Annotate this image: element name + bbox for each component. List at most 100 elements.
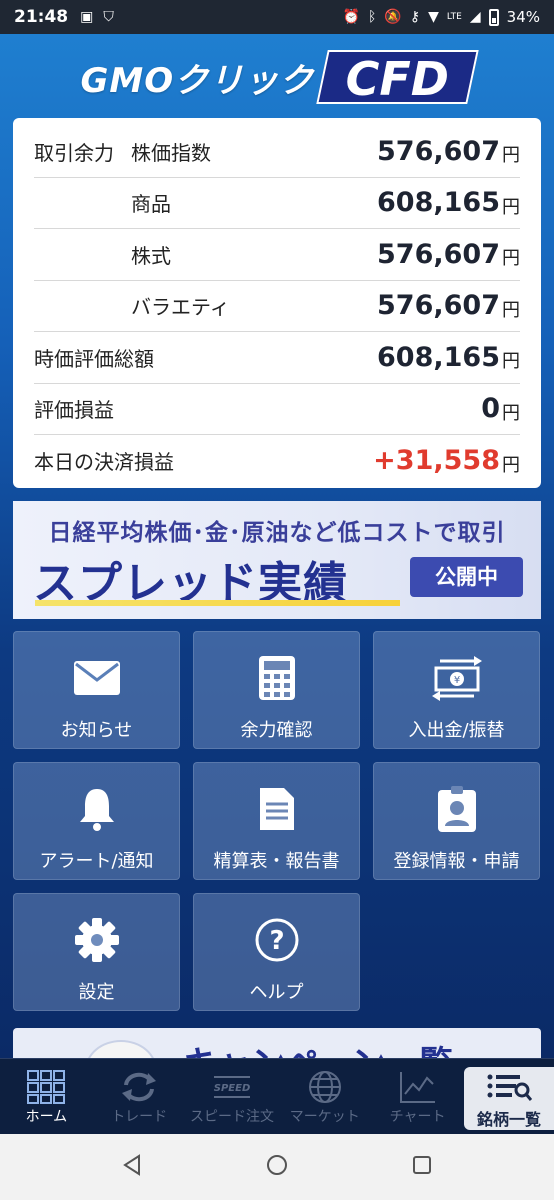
balance-row-value: 608,165	[377, 187, 500, 219]
logo-product: CFD	[316, 50, 480, 106]
banner-underline	[35, 600, 400, 606]
balance-row-label: 株価指数	[131, 140, 211, 165]
yen-unit: 円	[502, 145, 520, 167]
nav-label: トレード	[111, 1108, 168, 1125]
nav-trade[interactable]: トレード	[93, 1059, 186, 1134]
gear-icon	[70, 916, 124, 964]
nav-home[interactable]: ホーム	[0, 1059, 93, 1134]
nav-label: ホーム	[25, 1108, 68, 1125]
trade-arrows-icon	[120, 1068, 158, 1106]
menu-tile-label: アラート/通知	[39, 851, 154, 872]
nav-label: マーケット	[289, 1108, 360, 1125]
balance-row-value: +31,558	[373, 445, 500, 477]
menu-tile-alerts[interactable]: アラート/通知	[13, 762, 180, 880]
signal-icon: ◢	[469, 9, 481, 25]
spread-banner[interactable]: 日経平均株価･金･原油など低コストで取引 スプレッド実績 公開中	[13, 501, 541, 619]
balance-row-index: 取引余力 株価指数 576,607 円	[34, 126, 520, 178]
menu-tile-help[interactable]: ? ヘルプ	[193, 893, 360, 1011]
balance-card: 取引余力 株価指数 576,607 円 商品 608,165 円 株式 576,…	[13, 118, 541, 488]
banner-top-text: 日経平均株価･金･原油など低コストで取引	[48, 520, 506, 546]
status-time: 21:48	[14, 7, 69, 27]
menu-tile-label: ヘルプ	[249, 982, 304, 1003]
home-circle-icon[interactable]	[265, 1153, 289, 1181]
speed-icon-text: SPEED	[214, 1083, 251, 1094]
system-nav-bar	[0, 1134, 554, 1200]
balance-row-commodity: 商品 608,165 円	[34, 178, 520, 229]
key-icon: ⚷	[409, 9, 421, 25]
money-transfer-icon: ¥	[430, 654, 484, 702]
home-grid-icon	[27, 1068, 66, 1106]
balance-row-stock: 株式 576,607 円	[34, 229, 520, 281]
wifi-icon: ▼	[428, 9, 439, 25]
balance-row-label: 時価評価総額	[34, 346, 154, 371]
id-badge-icon	[430, 785, 484, 833]
recents-icon[interactable]	[411, 1154, 433, 1180]
nav-label: チャート	[389, 1108, 446, 1125]
balance-row-label: バラエティ	[131, 295, 230, 320]
balance-row-market-value: 時価評価総額 608,165 円	[34, 332, 520, 384]
balance-row-label: 商品	[131, 192, 171, 217]
yen-unit: 円	[502, 248, 520, 270]
status-right: ⏰ ᛒ 🔕 ⚷ ▼ LTE ◢ 34%	[343, 8, 540, 26]
yen-unit: 円	[502, 454, 520, 476]
help-icon: ?	[250, 916, 304, 964]
menu-tile-label: 精算表・報告書	[213, 851, 340, 872]
lte-icon: LTE	[446, 12, 462, 22]
notification-icons: ▣ ⛉	[80, 9, 114, 25]
balance-row-value: 576,607	[377, 135, 500, 167]
bottom-nav: ホーム トレード SPEED スピード注文 マーケット チャート 銘柄一覧	[0, 1058, 554, 1134]
banner-badge: 公開中	[410, 557, 523, 597]
nav-label: スピード注文	[189, 1108, 274, 1125]
nav-speed-order[interactable]: SPEED スピード注文	[186, 1059, 279, 1134]
gallery-icon: ▣	[80, 9, 94, 25]
balance-row-value: 0	[481, 393, 500, 425]
menu-tile-label: 登録情報・申請	[393, 851, 520, 872]
battery-icon	[488, 8, 499, 26]
svg-text:?: ?	[269, 926, 284, 956]
yen-unit: 円	[502, 402, 520, 424]
bell-icon	[70, 785, 124, 833]
status-bar: 21:48 ▣ ⛉ ⏰ ᛒ 🔕 ⚷ ▼ LTE ◢ 34%	[0, 0, 554, 34]
balance-row-value: 576,607	[377, 238, 500, 270]
logo-brand: GMOクリック	[80, 60, 315, 101]
nav-market[interactable]: マーケット	[278, 1059, 371, 1134]
list-search-icon	[486, 1068, 532, 1106]
app-logo: GMOクリック CFD	[0, 46, 554, 108]
mute-icon: 🔕	[384, 9, 402, 25]
yen-unit: 円	[502, 196, 520, 218]
yen-unit: 円	[502, 299, 520, 321]
chart-icon	[399, 1068, 437, 1106]
logo-product-text: CFD	[345, 52, 450, 106]
globe-icon	[307, 1068, 343, 1106]
menu-tile-settings[interactable]: 設定	[13, 893, 180, 1011]
app-background: GMOクリック CFD 取引余力 株価指数 576,607 円 商品 608,1…	[0, 34, 554, 1064]
balance-row-realized-today: 本日の決済損益 +31,558 円	[34, 435, 520, 487]
menu-tile-margin[interactable]: 余力確認	[193, 631, 360, 749]
menu-tile-label: 入出金/振替	[408, 720, 505, 741]
alarm-icon: ⏰	[342, 9, 361, 25]
menu-tile-label: 設定	[78, 982, 115, 1003]
mail-icon	[70, 654, 124, 702]
balance-row-unrealized: 評価損益 0 円	[34, 384, 520, 435]
balance-group-label: 取引余力	[34, 140, 114, 165]
menu-tile-label: お知らせ	[60, 720, 133, 741]
back-icon[interactable]	[121, 1154, 143, 1180]
yen-unit: 円	[502, 351, 520, 373]
menu-tile-registration[interactable]: 登録情報・申請	[373, 762, 540, 880]
speed-icon: SPEED	[210, 1068, 254, 1106]
balance-row-label: 本日の決済損益	[34, 450, 174, 475]
calculator-icon	[250, 654, 304, 702]
svg-text:¥: ¥	[453, 675, 459, 686]
balance-row-variety: バラエティ 576,607 円	[34, 281, 520, 332]
balance-row-value: 576,607	[377, 290, 500, 322]
menu-tile-reports[interactable]: 精算表・報告書	[193, 762, 360, 880]
balance-row-value: 608,165	[377, 341, 500, 373]
menu-tile-notices[interactable]: お知らせ	[13, 631, 180, 749]
menu-tile-transfer[interactable]: ¥ 入出金/振替	[373, 631, 540, 749]
shield-icon: ⛉	[103, 9, 114, 25]
balance-row-label: 株式	[131, 243, 171, 268]
nav-chart[interactable]: チャート	[371, 1059, 464, 1134]
document-icon	[250, 785, 304, 833]
balance-row-label: 評価損益	[34, 398, 114, 423]
nav-symbol-list[interactable]: 銘柄一覧	[463, 1067, 554, 1130]
